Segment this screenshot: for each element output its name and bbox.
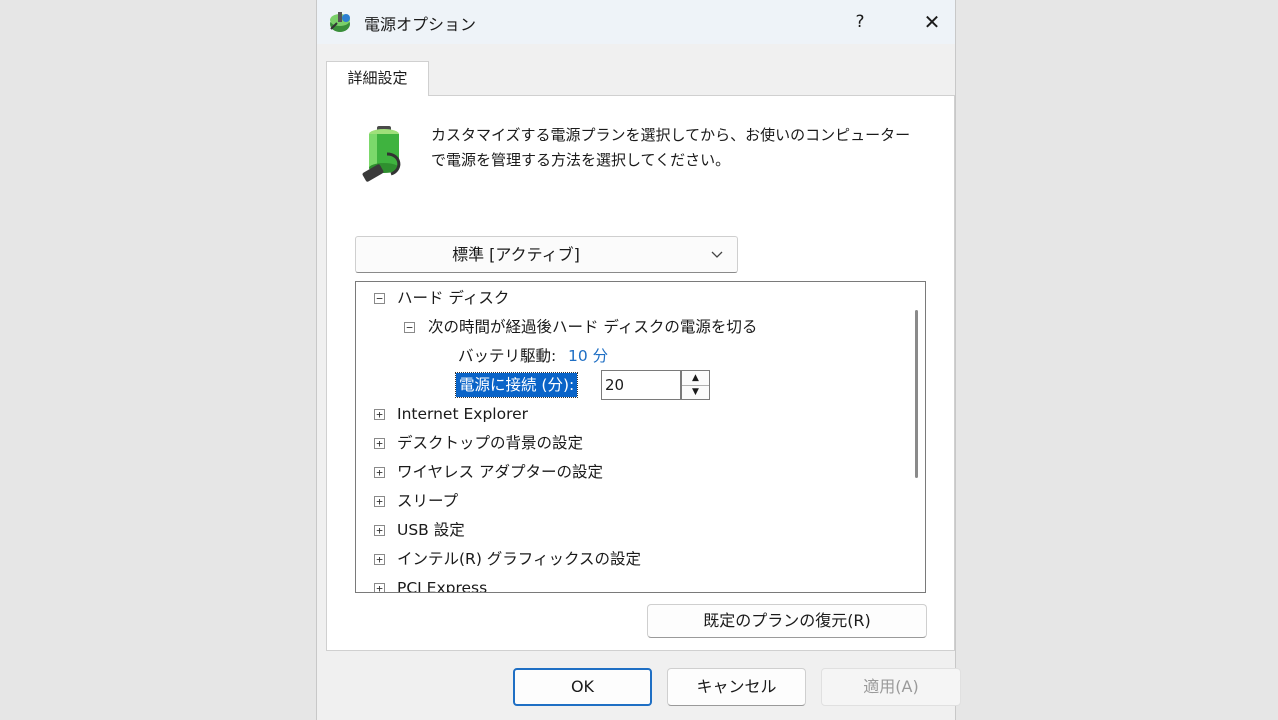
help-button[interactable]: ? xyxy=(843,6,877,38)
plugged-in-minutes-input[interactable]: 20 xyxy=(601,370,681,400)
spin-down-icon[interactable]: ▼ xyxy=(682,385,709,399)
expand-toggle[interactable]: + xyxy=(374,438,385,449)
tree-item-label: USB 設定 xyxy=(397,521,465,539)
plugged-in-label: 電源に接続 (分): xyxy=(454,372,579,398)
battery-plug-icon xyxy=(362,126,401,182)
tree-item-label: ハード ディスク xyxy=(397,289,510,307)
expand-toggle[interactable]: + xyxy=(374,525,385,536)
tree-item-label: PCI Express xyxy=(397,579,488,593)
collapse-toggle[interactable]: − xyxy=(404,322,415,333)
ok-button[interactable]: OK xyxy=(513,668,652,706)
power-options-icon xyxy=(330,12,350,32)
settings-tree[interactable]: − ハード ディスク − 次の時間が経過後ハード ディスクの電源を切る バッテリ… xyxy=(355,281,926,593)
spin-up-icon[interactable]: ▲ xyxy=(682,371,709,386)
expand-toggle[interactable]: + xyxy=(374,496,385,507)
expand-toggle[interactable]: + xyxy=(374,467,385,478)
tree-item-label: スリープ xyxy=(397,492,459,510)
expand-toggle[interactable]: + xyxy=(374,409,385,420)
tree-item-plugged-in[interactable]: 電源に接続 (分): 20 ▲ ▼ xyxy=(356,370,716,400)
chevron-down-icon xyxy=(711,251,723,258)
scrollbar-thumb[interactable] xyxy=(915,310,918,478)
tree-item-label: ワイヤレス アダプターの設定 xyxy=(397,463,603,481)
expand-toggle[interactable]: + xyxy=(374,583,385,592)
restore-defaults-button[interactable]: 既定のプランの復元(R) xyxy=(647,604,927,638)
on-battery-value[interactable]: 10 分 xyxy=(568,342,608,370)
tree-item-label: インテル(R) グラフィックスの設定 xyxy=(397,550,642,568)
tab-advanced-settings[interactable]: 詳細設定 xyxy=(326,61,429,96)
plan-dropdown[interactable]: 標準 [アクティブ] xyxy=(355,236,738,273)
advanced-settings-panel: カスタマイズする電源プランを選択してから、お使いのコンピューター で電源を管理す… xyxy=(326,95,955,651)
description-line-1: カスタマイズする電源プランを選択してから、お使いのコンピューター xyxy=(431,126,911,144)
apply-button[interactable]: 適用(A) xyxy=(821,668,961,706)
minutes-spinner[interactable]: ▲ ▼ xyxy=(681,370,710,400)
collapse-toggle[interactable]: − xyxy=(374,293,385,304)
power-options-dialog: 電源オプション ? ✕ 詳細設定 カスタマイズする電源プランを選択してから、お使… xyxy=(317,0,961,720)
title-bar: 電源オプション ? ✕ xyxy=(317,0,955,44)
description: カスタマイズする電源プランを選択してから、お使いのコンピューター で電源を管理す… xyxy=(431,123,931,173)
close-button[interactable]: ✕ xyxy=(915,6,949,38)
tree-item-label: デスクトップの背景の設定 xyxy=(397,434,584,452)
description-line-2: で電源を管理する方法を選択してください。 xyxy=(431,151,731,169)
on-battery-label: バッテリ駆動: xyxy=(458,347,557,365)
expand-toggle[interactable]: + xyxy=(374,554,385,565)
tree-scrollbar[interactable] xyxy=(908,282,925,592)
cancel-button[interactable]: キャンセル xyxy=(667,668,806,706)
tree-item-label: 次の時間が経過後ハード ディスクの電源を切る xyxy=(428,318,758,336)
window-title: 電源オプション xyxy=(364,15,477,34)
plan-dropdown-value: 標準 [アクティブ] xyxy=(452,245,580,264)
tree-item-label: Internet Explorer xyxy=(397,405,529,423)
